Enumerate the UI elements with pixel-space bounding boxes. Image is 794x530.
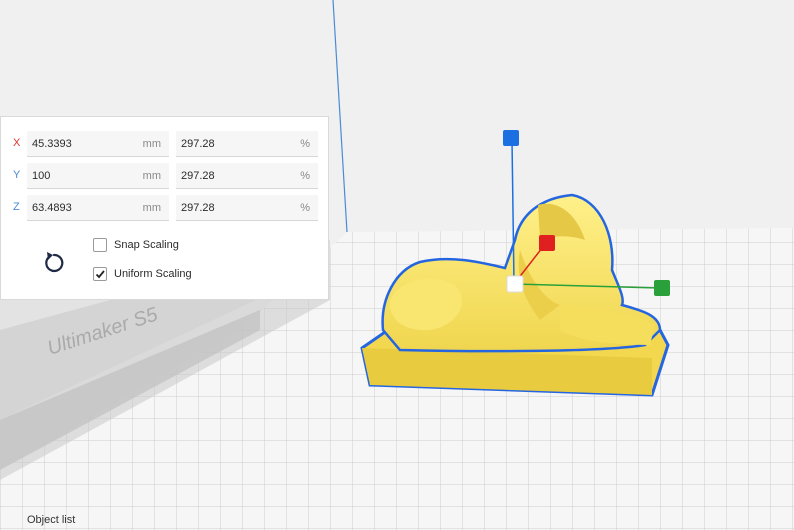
z-size-input[interactable]: 63.4893 mm — [27, 195, 169, 221]
y-size-value: 100 — [32, 170, 51, 182]
x-percent-value: 297.28 — [181, 138, 215, 150]
object-list-toggle[interactable]: Object list — [27, 514, 75, 526]
snap-scaling-label[interactable]: Snap Scaling — [114, 239, 179, 251]
uniform-scaling-checkbox[interactable] — [93, 267, 107, 281]
center-handle[interactable] — [506, 275, 524, 293]
snap-scaling-checkbox[interactable] — [93, 238, 107, 252]
z-size-unit: mm — [142, 202, 161, 214]
z-percent-unit: % — [300, 202, 310, 214]
z-axis-handle[interactable] — [503, 130, 519, 146]
z-size-value: 63.4893 — [32, 202, 72, 214]
x-axis-handle[interactable] — [539, 235, 555, 251]
reset-icon — [45, 252, 64, 273]
y-axis-handle[interactable] — [654, 280, 670, 296]
y-percent-unit: % — [300, 170, 310, 182]
y-percent-value: 297.28 — [181, 170, 215, 182]
y-percent-input[interactable]: 297.28 % — [176, 163, 318, 189]
x-size-input[interactable]: 45.3393 mm — [27, 131, 169, 157]
x-percent-unit: % — [300, 138, 310, 150]
checkmark-icon — [95, 270, 105, 279]
uniform-scaling-label[interactable]: Uniform Scaling — [114, 268, 192, 280]
y-size-input[interactable]: 100 mm — [27, 163, 169, 189]
z-percent-value: 297.28 — [181, 202, 215, 214]
axis-label-y: Y — [13, 169, 21, 181]
reset-scale-button[interactable] — [41, 249, 67, 275]
scale-tool-panel: X 45.3393 mm 297.28 % Y 100 mm 297.28 % … — [0, 116, 329, 300]
z-percent-input[interactable]: 297.28 % — [176, 195, 318, 221]
y-size-unit: mm — [142, 170, 161, 182]
x-size-value: 45.3393 — [32, 138, 72, 150]
axis-label-x: X — [13, 137, 21, 149]
x-size-unit: mm — [142, 138, 161, 150]
x-percent-input[interactable]: 297.28 % — [176, 131, 318, 157]
axis-label-z: Z — [13, 201, 20, 213]
